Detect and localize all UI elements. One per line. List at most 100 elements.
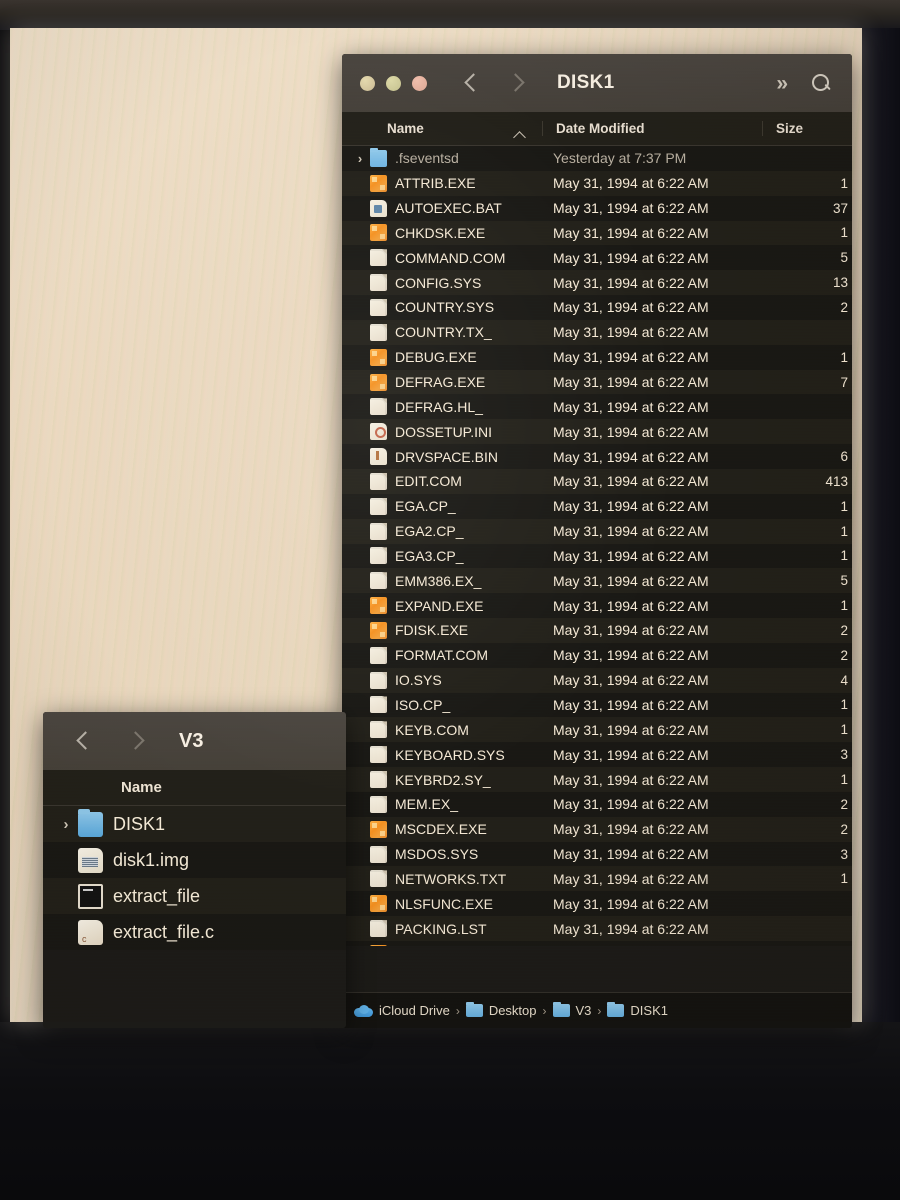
v3-list-item[interactable]: extract_file.c (43, 914, 346, 950)
v3-back-chevron-icon[interactable] (73, 730, 95, 752)
file-date-modified: May 31, 1994 at 6:22 AM (553, 349, 709, 366)
table-row[interactable]: DEFRAG.HL_ May 31, 1994 at 6:22 AM (342, 394, 852, 419)
table-row[interactable]: COUNTRY.TX_ May 31, 1994 at 6:22 AM (342, 319, 852, 345)
v3-disclosure-triangle-icon[interactable]: › (57, 816, 75, 833)
screen-photo-scene: DISK1 » Name Date Modified Size › .fseven… (0, 0, 900, 1200)
column-header-date[interactable]: Date Modified (542, 121, 762, 136)
zoom-button[interactable] (412, 75, 427, 91)
file-size: 5 (840, 573, 848, 589)
table-row[interactable]: IO.SYS May 31, 1994 at 6:22 AM 4 (342, 667, 852, 693)
v3-file-list[interactable]: › DISK1 disk1.img extract_file extract_file.… (43, 806, 346, 950)
file-date-modified: May 31, 1994 at 6:22 AM (553, 696, 709, 713)
table-row[interactable]: DRVSPACE.BIN May 31, 1994 at 6:22 AM 6 (342, 444, 852, 469)
table-row[interactable]: COUNTRY.SYS May 31, 1994 at 6:22 AM 2 (342, 295, 852, 320)
exe-file-icon (370, 174, 387, 192)
table-row[interactable]: DEFRAG.EXE May 31, 1994 at 6:22 AM 7 (342, 369, 852, 395)
v3-list-item[interactable]: extract_file (43, 878, 346, 914)
file-date-modified: May 31, 1994 at 6:22 AM (553, 895, 709, 912)
table-row[interactable]: KEYBRD2.SY_ May 31, 1994 at 6:22 AM 1 (342, 767, 852, 792)
table-row[interactable]: KEYBOARD.SYS May 31, 1994 at 6:22 AM 3 (342, 742, 852, 767)
file-size: 5 (840, 250, 848, 266)
file-name: EGA.CP_ (395, 498, 456, 515)
table-row[interactable]: EGA3.CP_ May 31, 1994 at 6:22 AM 1 (342, 544, 852, 569)
breadcrumb-item[interactable]: Desktop (465, 1002, 537, 1018)
file-name: KEYB.COM (395, 721, 469, 738)
table-row[interactable]: AUTOEXEC.BAT May 31, 1994 at 6:22 AM 37 (342, 196, 852, 221)
breadcrumb-item[interactable]: V3 (552, 1002, 591, 1018)
table-row[interactable]: › .fseventsd Yesterday at 7:37 PM (342, 146, 852, 171)
navigation-arrows (461, 72, 527, 94)
file-date-modified: May 31, 1994 at 6:22 AM (553, 249, 709, 266)
finder-window-v3[interactable]: V3 Name › DISK1 disk1.img extract_fileextra… (43, 712, 346, 1028)
file-date-modified: May 31, 1994 at 6:22 AM (553, 175, 709, 192)
file-date-modified: May 31, 1994 at 6:22 AM (553, 672, 709, 689)
file-date-modified: May 31, 1994 at 6:22 AM (553, 498, 709, 515)
file-list[interactable]: › .fseventsd Yesterday at 7:37 PM ATTRIB.EX… (342, 146, 852, 946)
file-name: DRVSPACE.BIN (395, 448, 498, 465)
back-chevron-icon[interactable] (461, 72, 483, 94)
table-row[interactable]: EMM386.EX_ May 31, 1994 at 6:22 AM 5 (342, 568, 852, 594)
file-name: CHKDSK.EXE (395, 224, 486, 241)
folder-icon (552, 1002, 570, 1017)
column-header-size[interactable]: Size (762, 121, 852, 136)
file-date-modified: May 31, 1994 at 6:22 AM (553, 572, 709, 589)
breadcrumb-item[interactable]: DISK1 (607, 1002, 668, 1018)
file-name: CONFIG.SYS (395, 274, 482, 291)
finder-window-disk1[interactable]: DISK1 » Name Date Modified Size › .fseven… (342, 54, 852, 1028)
table-row[interactable]: EDIT.COM May 31, 1994 at 6:22 AM 413 (342, 468, 852, 494)
doc-file-icon (370, 671, 387, 689)
disclosure-triangle-icon[interactable]: › (352, 151, 368, 166)
table-row[interactable]: MSDOS.SYS May 31, 1994 at 6:22 AM 3 (342, 842, 852, 867)
table-row[interactable]: ATTRIB.EXE May 31, 1994 at 6:22 AM 1 (342, 170, 852, 196)
table-row[interactable]: CONFIG.SYS May 31, 1994 at 6:22 AM 13 (342, 270, 852, 296)
table-row[interactable]: KEYB.COM May 31, 1994 at 6:22 AM 1 (342, 717, 852, 743)
table-row[interactable]: FDISK.EXE May 31, 1994 at 6:22 AM 2 (342, 618, 852, 643)
table-row[interactable]: MSCDEX.EXE May 31, 1994 at 6:22 AM 2 (342, 816, 852, 842)
folder-icon (465, 1002, 483, 1017)
table-row[interactable]: ISO.CP_ May 31, 1994 at 6:22 AM 1 (342, 693, 852, 718)
file-size: 413 (825, 473, 848, 489)
file-name: DEFRAG.HL_ (395, 398, 483, 415)
table-row[interactable]: NETWORKS.TXT May 31, 1994 at 6:22 AM 1 (342, 866, 852, 892)
screen-bezel-bottom (0, 1022, 900, 1200)
minimize-button[interactable] (386, 75, 401, 91)
more-chevrons-icon[interactable]: » (776, 73, 788, 94)
bin-file-icon (370, 448, 387, 466)
table-row[interactable]: MEM.EX_ May 31, 1994 at 6:22 AM 2 (342, 792, 852, 817)
table-row[interactable]: NLSFUNC.EXE May 31, 1994 at 6:22 AM (342, 891, 852, 916)
breadcrumb-separator: › (542, 1003, 547, 1018)
table-row[interactable]: CHKDSK.EXE May 31, 1994 at 6:22 AM 1 (342, 220, 852, 246)
v3-list-item[interactable]: disk1.img (43, 842, 346, 878)
file-size: 1 (840, 498, 848, 514)
column-header-name[interactable]: Name (342, 121, 542, 144)
v3-list-item[interactable]: › DISK1 (43, 806, 346, 842)
file-size: 3 (840, 747, 848, 763)
table-row[interactable]: PACKING.LST May 31, 1994 at 6:22 AM (342, 916, 852, 941)
file-date-modified: May 31, 1994 at 6:22 AM (553, 945, 709, 946)
table-row[interactable]: EGA.CP_ May 31, 1994 at 6:22 AM 1 (342, 494, 852, 519)
doc-file-icon (370, 522, 387, 540)
exe-file-icon (370, 373, 387, 391)
forward-chevron-icon[interactable] (505, 72, 527, 94)
file-size: 2 (840, 299, 848, 315)
traffic-lights (360, 75, 427, 91)
table-row[interactable]: DOSSETUP.INI May 31, 1994 at 6:22 AM (342, 419, 852, 445)
table-row[interactable]: DEBUG.EXE May 31, 1994 at 6:22 AM 1 (342, 345, 852, 370)
file-date-modified: May 31, 1994 at 6:22 AM (553, 870, 709, 887)
breadcrumb-label: DISK1 (630, 1003, 668, 1018)
file-date-modified: May 31, 1994 at 6:22 AM (553, 796, 709, 813)
v3-column-header-name[interactable]: Name (43, 770, 346, 806)
close-button[interactable] (360, 75, 375, 91)
table-row[interactable]: EXPAND.EXE May 31, 1994 at 6:22 AM 1 (342, 593, 852, 618)
file-name: COUNTRY.SYS (395, 299, 495, 316)
v3-forward-chevron-icon[interactable] (125, 730, 147, 752)
table-row[interactable]: COMMAND.COM May 31, 1994 at 6:22 AM 5 (342, 245, 852, 270)
breadcrumb-item[interactable]: iCloud Drive (354, 1003, 450, 1018)
v3-file-name: disk1.img (113, 849, 190, 870)
search-icon[interactable] (810, 72, 832, 94)
file-name: FORMAT.COM (395, 647, 489, 664)
folder-file-icon (370, 147, 387, 167)
table-row[interactable]: EGA2.CP_ May 31, 1994 at 6:22 AM 1 (342, 518, 852, 544)
table-row[interactable]: FORMAT.COM May 31, 1994 at 6:22 AM 2 (342, 643, 852, 668)
table-row[interactable]: QBASIC.EXEMay 31, 1994 at 6:22 AM19 (342, 941, 852, 946)
